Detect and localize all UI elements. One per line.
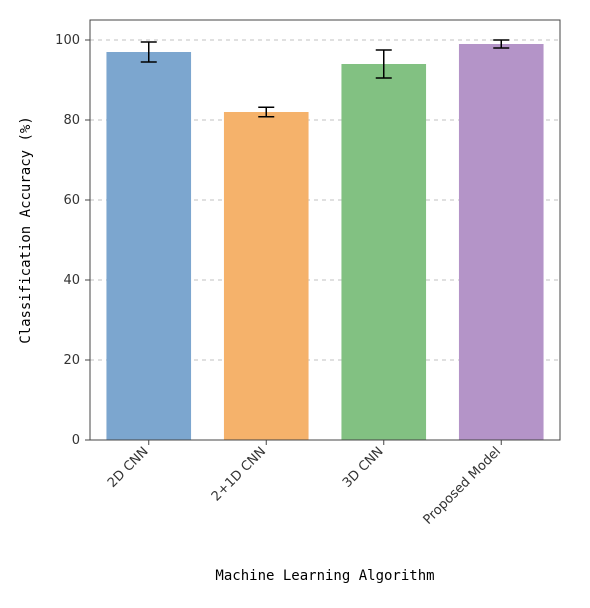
y-tick-label: 100 (55, 33, 80, 48)
x-tick-label: 2+1D CNN (209, 444, 269, 504)
y-tick-label: 0 (72, 433, 80, 448)
bar-0 (106, 52, 191, 440)
x-tick-label: Proposed Model (421, 444, 504, 527)
y-axis-label: Classification Accuracy (%) (18, 116, 34, 344)
y-tick-label: 40 (63, 273, 80, 288)
bar-3 (459, 44, 544, 440)
x-axis-label: Machine Learning Algorithm (215, 568, 434, 584)
y-tick-label: 20 (63, 353, 80, 368)
bar-chart: 0 20 40 60 80 100 2D CNN 2+1D CNN 3D CNN Proposed… (0, 0, 590, 608)
y-tick-label: 60 (63, 193, 80, 208)
bar-1 (224, 112, 309, 440)
x-tick-label: 2D CNN (105, 444, 152, 491)
bar-2 (341, 64, 426, 440)
y-tick-label: 80 (63, 113, 80, 128)
chart-container: 0 20 40 60 80 100 2D CNN 2+1D CNN 3D CNN Proposed… (0, 0, 590, 608)
x-tick-label: 3D CNN (340, 444, 387, 491)
